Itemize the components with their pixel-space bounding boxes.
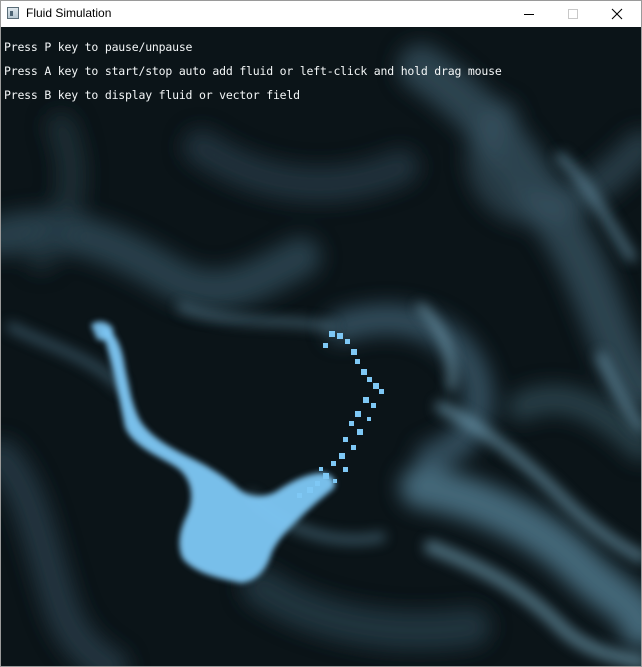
instruction-auto-add: Press A key to start/stop auto add fluid… xyxy=(4,64,502,78)
minimize-icon xyxy=(524,14,534,15)
instruction-pause: Press P key to pause/unpause xyxy=(4,40,193,54)
app-window-icon xyxy=(7,7,19,19)
app-window: Fluid Simulation Press P key to pause/un… xyxy=(0,0,642,667)
maximize-icon xyxy=(568,9,578,19)
window-title: Fluid Simulation xyxy=(26,6,112,20)
close-icon xyxy=(611,8,623,20)
instructions-panel: Press P key to pause/unpause Press A key… xyxy=(4,35,502,107)
title-bar[interactable]: Fluid Simulation xyxy=(1,1,641,27)
instruction-display-mode: Press B key to display fluid or vector f… xyxy=(4,88,300,102)
close-button[interactable] xyxy=(594,1,640,27)
fluid-field xyxy=(1,27,641,666)
maximize-button xyxy=(550,1,596,27)
simulation-canvas[interactable]: Press P key to pause/unpause Press A key… xyxy=(1,27,641,666)
minimize-button[interactable] xyxy=(506,1,552,27)
